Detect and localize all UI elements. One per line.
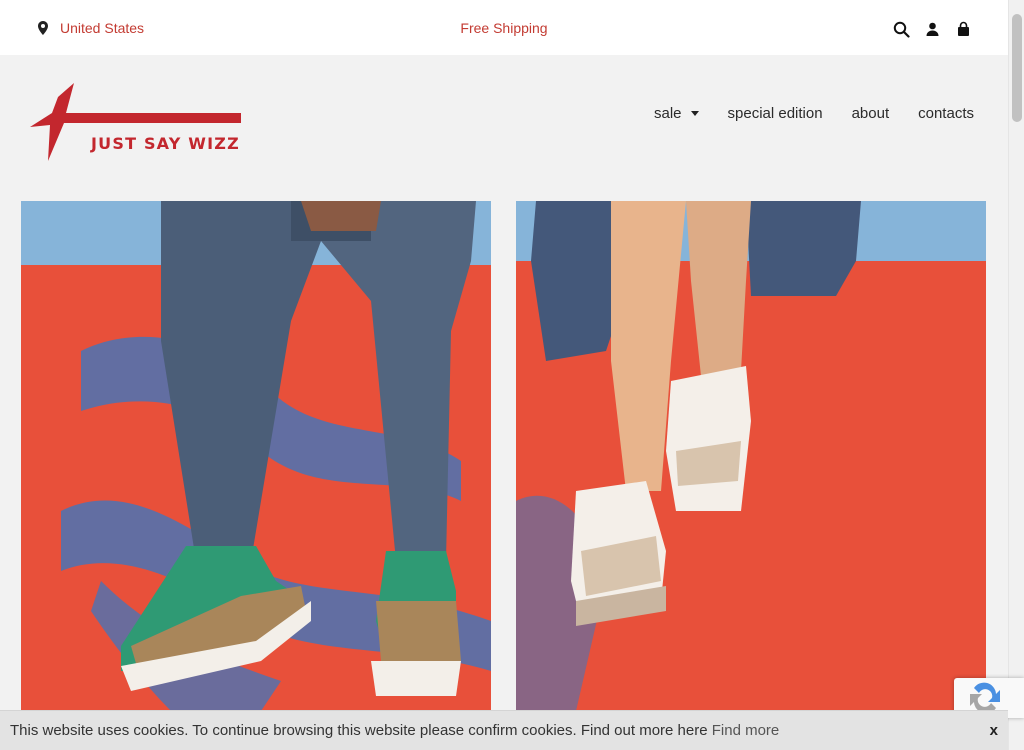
page-scrollbar[interactable]	[1008, 0, 1024, 750]
nav-item-special-edition[interactable]: special edition	[728, 105, 823, 122]
caret-down-icon	[690, 111, 699, 116]
nav-item-label: about	[851, 105, 890, 122]
nav-item-contacts[interactable]: contacts	[918, 105, 974, 122]
top-bar: United States Free Shipping	[0, 0, 1008, 55]
hero-photo-white-sneakers[interactable]	[516, 201, 986, 711]
brand-logo-text: JUST SAY WIZZ	[91, 134, 240, 153]
nav-item-label: sale	[653, 105, 682, 122]
brand-logo[interactable]: JUST SAY WIZZ	[28, 83, 244, 163]
nav-item-label: contacts	[918, 105, 974, 122]
hero-photo-green-sneakers[interactable]	[21, 201, 491, 711]
location-selector[interactable]: United States	[38, 20, 144, 36]
scrollbar-thumb[interactable]	[1012, 14, 1022, 122]
cookie-message: This website uses cookies. To continue b…	[10, 722, 779, 739]
nav-item-sale[interactable]: sale	[654, 105, 699, 122]
search-icon[interactable]	[893, 21, 910, 38]
site-header: JUST SAY WIZZ sale special edition about…	[0, 55, 1008, 200]
location-pin-icon	[38, 21, 48, 35]
shipping-banner: Free Shipping	[460, 20, 548, 36]
bag-icon[interactable]	[955, 21, 972, 38]
cookie-banner: This website uses cookies. To continue b…	[0, 710, 1008, 750]
main-nav: sale special edition about contacts	[625, 105, 974, 122]
cookie-find-more-link[interactable]: Find more	[712, 722, 780, 739]
nav-item-about[interactable]: about	[852, 105, 890, 122]
location-label[interactable]: United States	[60, 20, 144, 36]
cookie-message-text: This website uses cookies. To continue b…	[10, 722, 712, 739]
user-icon[interactable]	[924, 21, 941, 38]
nav-item-label: special edition	[727, 105, 823, 122]
cookie-close-button[interactable]: x	[990, 722, 998, 739]
account-icons	[893, 21, 972, 38]
